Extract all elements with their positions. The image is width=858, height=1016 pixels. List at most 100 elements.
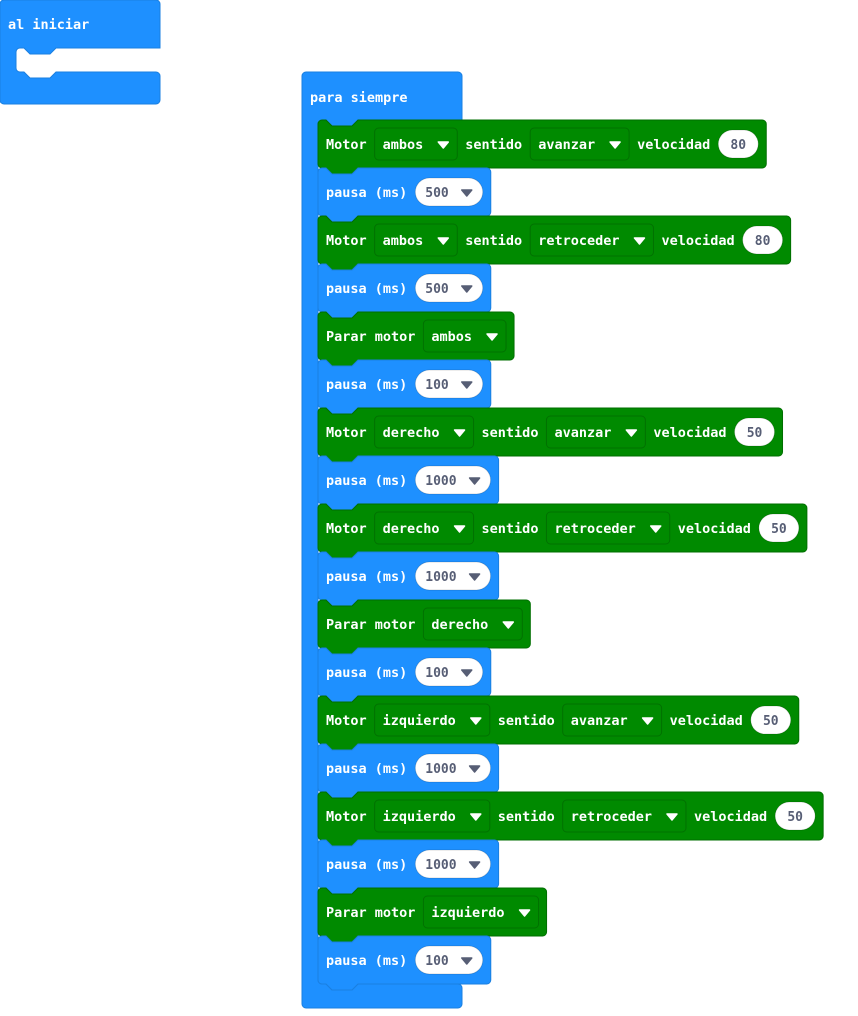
motor-select-dropdown-label: izquierdo (383, 809, 456, 825)
speed-field-value: 50 (763, 714, 779, 729)
speed-field-value: 50 (747, 426, 763, 441)
blocks-workspace: al iniciar para siempre Motor ambos sentido a… (0, 0, 824, 1009)
direction-dropdown[interactable]: avanzar (562, 703, 663, 737)
speed-field-value: 50 (771, 522, 787, 537)
pause-duration-field[interactable]: 100 (414, 945, 484, 975)
direction-dropdown[interactable]: retroceder (562, 799, 687, 833)
motor-select-dropdown[interactable]: ambos (422, 319, 507, 353)
stop-motor-block[interactable]: Parar motor derecho (317, 599, 531, 655)
speed-field[interactable]: 80 (717, 129, 759, 159)
pause-label: pausa (ms) (326, 185, 407, 201)
on-start-block[interactable]: al iniciar (0, 0, 161, 105)
pause-block[interactable]: pausa (ms) 1000 (317, 455, 500, 511)
motor-select-dropdown-label: ambos (383, 233, 424, 249)
speed-field[interactable]: 50 (758, 513, 800, 543)
pause-duration-field-value: 1000 (425, 858, 456, 873)
motor-select-dropdown[interactable]: izquierdo (374, 703, 491, 737)
pause-duration-field-value: 100 (425, 954, 449, 969)
pause-duration-field[interactable]: 1000 (414, 849, 492, 879)
motor-select-dropdown-label: ambos (431, 329, 472, 345)
speed-label: velocidad (637, 137, 710, 153)
motor-block[interactable]: Motor izquierdo sentido retroceder velocidad… (317, 791, 824, 847)
motor-select-dropdown[interactable]: derecho (374, 511, 475, 545)
pause-duration-field[interactable]: 100 (414, 657, 484, 687)
pause-block[interactable]: pausa (ms) 1000 (317, 839, 500, 895)
pause-duration-field-value: 1000 (425, 474, 456, 489)
motor-label: Motor (326, 137, 367, 153)
pause-duration-field[interactable]: 100 (414, 369, 484, 399)
motor-select-dropdown-label: izquierdo (431, 905, 504, 921)
pause-label: pausa (ms) (326, 761, 407, 777)
pause-duration-field-value: 500 (425, 282, 449, 297)
motor-label: Motor (326, 713, 367, 729)
direction-dropdown-label: avanzar (571, 713, 628, 729)
pause-duration-field[interactable]: 1000 (414, 561, 492, 591)
pause-label: pausa (ms) (326, 953, 407, 969)
pause-block[interactable]: pausa (ms) 100 (317, 359, 492, 415)
direction-label: sentido (465, 233, 522, 249)
direction-dropdown[interactable]: retroceder (529, 223, 654, 257)
on-start-label: al iniciar (8, 17, 89, 33)
motor-block[interactable]: Motor derecho sentido avanzar velocidad 50 (317, 407, 784, 463)
motor-block[interactable]: Motor ambos sentido retroceder velocidad 80 (317, 215, 792, 271)
motor-select-dropdown[interactable]: derecho (374, 415, 475, 449)
pause-label: pausa (ms) (326, 281, 407, 297)
direction-label: sentido (465, 137, 522, 153)
speed-field[interactable]: 80 (742, 225, 784, 255)
pause-duration-field[interactable]: 500 (414, 177, 484, 207)
stop-motor-label: Parar motor (326, 617, 415, 633)
pause-duration-field[interactable]: 1000 (414, 465, 492, 495)
pause-block[interactable]: pausa (ms) 500 (317, 167, 492, 223)
stop-motor-label: Parar motor (326, 329, 415, 345)
direction-dropdown[interactable]: avanzar (529, 127, 630, 161)
pause-block[interactable]: pausa (ms) 100 (317, 935, 492, 991)
motor-select-dropdown[interactable]: izquierdo (374, 799, 491, 833)
motor-select-dropdown-label: izquierdo (383, 713, 456, 729)
pause-block[interactable]: pausa (ms) 1000 (317, 743, 500, 799)
stop-motor-label: Parar motor (326, 905, 415, 921)
speed-field[interactable]: 50 (734, 417, 776, 447)
motor-block[interactable]: Motor izquierdo sentido avanzar velocidad 50 (317, 695, 800, 751)
motor-block[interactable]: Motor derecho sentido retroceder velocidad 50 (317, 503, 808, 559)
motor-select-dropdown[interactable]: derecho (422, 607, 523, 641)
speed-label: velocidad (661, 233, 734, 249)
direction-dropdown-label: retroceder (554, 521, 635, 537)
motor-block[interactable]: Motor ambos sentido avanzar velocidad 80 (317, 119, 767, 175)
direction-dropdown[interactable]: retroceder (545, 511, 671, 545)
pause-duration-field-value: 1000 (425, 762, 456, 777)
direction-dropdown-label: avanzar (538, 137, 595, 153)
speed-label: velocidad (678, 521, 751, 537)
pause-block[interactable]: pausa (ms) 100 (317, 647, 492, 703)
pause-label: pausa (ms) (326, 857, 407, 873)
speed-label: velocidad (653, 425, 726, 441)
motor-select-dropdown-label: ambos (383, 137, 424, 153)
pause-duration-field-value: 500 (425, 186, 449, 201)
stop-motor-block[interactable]: Parar motor izquierdo (317, 887, 548, 943)
motor-label: Motor (326, 521, 367, 537)
pause-block[interactable]: pausa (ms) 500 (317, 263, 492, 319)
direction-dropdown[interactable]: avanzar (545, 415, 646, 449)
speed-label: velocidad (670, 713, 743, 729)
motor-select-dropdown-label: derecho (383, 521, 440, 537)
pause-duration-field[interactable]: 1000 (414, 753, 492, 783)
pause-block[interactable]: pausa (ms) 1000 (317, 551, 500, 607)
motor-select-dropdown[interactable]: ambos (374, 127, 458, 161)
pause-label: pausa (ms) (326, 473, 407, 489)
pause-label: pausa (ms) (326, 665, 407, 681)
direction-label: sentido (482, 425, 539, 441)
motor-select-dropdown-label: derecho (383, 425, 440, 441)
pause-duration-field[interactable]: 500 (414, 273, 484, 303)
stop-motor-block[interactable]: Parar motor ambos (317, 311, 515, 367)
direction-dropdown-label: avanzar (554, 425, 611, 441)
motor-select-dropdown[interactable]: izquierdo (422, 895, 540, 929)
speed-field[interactable]: 50 (774, 801, 816, 831)
speed-label: velocidad (694, 809, 767, 825)
speed-field[interactable]: 50 (750, 705, 792, 735)
pause-label: pausa (ms) (326, 377, 407, 393)
speed-field-value: 80 (730, 138, 746, 153)
motor-label: Motor (326, 425, 367, 441)
motor-select-dropdown[interactable]: ambos (374, 223, 458, 257)
speed-field-value: 50 (787, 810, 803, 825)
direction-dropdown-label: retroceder (538, 233, 619, 249)
direction-dropdown-label: retroceder (571, 809, 652, 825)
